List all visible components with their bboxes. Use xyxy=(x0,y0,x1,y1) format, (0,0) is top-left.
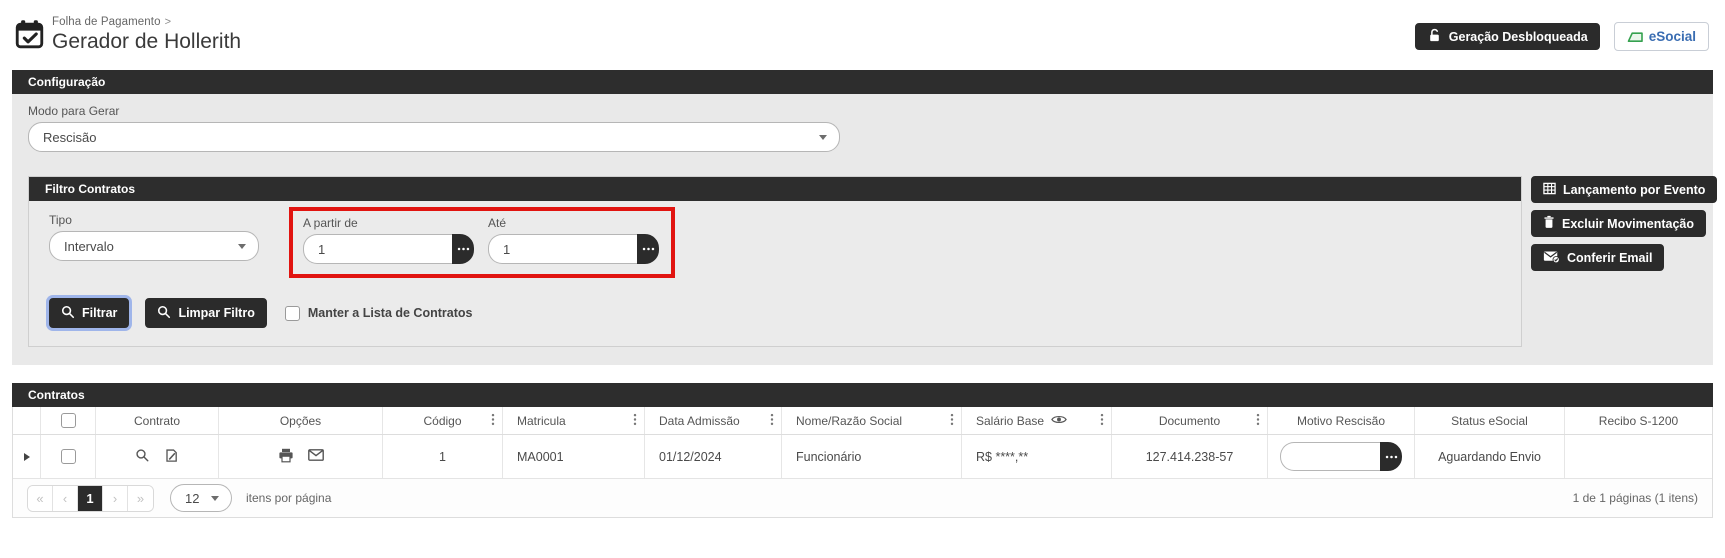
check-email-button[interactable]: Conferir Email xyxy=(1531,244,1665,271)
motivo-rescisao-input[interactable] xyxy=(1280,442,1380,471)
table-row: 1 MA0001 01/12/2024 Funcionário R$ ****,… xyxy=(13,435,1712,479)
breadcrumb-separator: > xyxy=(164,16,172,28)
last-page-button[interactable]: » xyxy=(128,485,153,511)
page-title: Gerador de Hollerith xyxy=(52,30,242,53)
mode-select[interactable]: Rescisão xyxy=(28,122,840,152)
column-header-status-esocial[interactable]: Status eSocial xyxy=(1415,407,1565,434)
cell-codigo: 1 xyxy=(383,435,503,478)
row-checkbox[interactable] xyxy=(60,449,76,464)
header-expand-column xyxy=(13,407,41,434)
from-picker-button[interactable] xyxy=(452,234,474,264)
filter-section-header: Filtro Contratos xyxy=(29,177,1521,201)
annotation-highlight-box: A partir de 1 Até 1 xyxy=(289,207,675,278)
event-entry-button[interactable]: Lançamento por Evento xyxy=(1531,176,1718,203)
search-icon xyxy=(157,305,171,322)
to-picker-button[interactable] xyxy=(637,234,659,264)
ellipsis-icon xyxy=(642,247,654,251)
clear-filter-button[interactable]: Limpar Filtro xyxy=(145,298,267,328)
grid-header-row: Contrato Opções Código Matricula Data Ad… xyxy=(13,407,1712,435)
chevron-down-icon xyxy=(238,243,246,249)
column-menu-icon[interactable] xyxy=(1256,412,1260,429)
next-page-button[interactable]: › xyxy=(103,485,128,511)
tipo-label: Tipo xyxy=(49,213,72,227)
search-contract-icon[interactable] xyxy=(135,448,150,466)
eye-icon[interactable] xyxy=(1051,414,1067,428)
chevron-down-icon xyxy=(819,134,827,140)
items-per-page-label: itens por página xyxy=(246,491,332,505)
esocial-icon xyxy=(1627,28,1644,46)
config-section-header: Configuração xyxy=(12,70,1713,94)
contracts-grid: Contrato Opções Código Matricula Data Ad… xyxy=(12,407,1713,518)
cell-salario: R$ ****,** xyxy=(962,435,1112,478)
contracts-section: Contratos Contrato Opções Código Matricu… xyxy=(12,383,1713,518)
generation-unlocked-button[interactable]: Geração Desbloqueada xyxy=(1414,23,1600,50)
email-icon[interactable] xyxy=(307,449,324,464)
contracts-section-header: Contratos xyxy=(12,383,1713,407)
column-menu-icon[interactable] xyxy=(1100,412,1104,429)
top-bar: Folha de Pagamento > Gerador de Hollerith… xyxy=(0,0,1725,70)
filter-button[interactable]: Filtrar xyxy=(49,298,130,328)
search-icon xyxy=(61,305,75,322)
config-section: Configuração Modo para Gerar Rescisão Fi… xyxy=(12,70,1718,365)
cell-status-esocial: Aguardando Envio xyxy=(1415,435,1565,478)
column-menu-icon[interactable] xyxy=(770,412,774,429)
cell-recibo xyxy=(1565,435,1712,478)
to-input[interactable] xyxy=(488,234,637,264)
trash-icon xyxy=(1543,215,1555,232)
keep-list-label: Manter a Lista de Contratos xyxy=(307,306,473,320)
row-expand-icon[interactable] xyxy=(23,452,30,461)
table-grid-icon xyxy=(1543,182,1556,198)
filter-contracts-panel: Filtro Contratos Tipo Intervalo A partir… xyxy=(28,176,1522,347)
column-header-contrato[interactable]: Contrato xyxy=(96,407,219,434)
column-header-matricula[interactable]: Matricula xyxy=(503,407,645,434)
from-label: A partir de xyxy=(303,216,358,230)
column-menu-icon[interactable] xyxy=(950,412,954,429)
envelope-check-icon xyxy=(1543,250,1560,266)
tipo-select[interactable]: Intervalo xyxy=(49,231,259,261)
cell-documento: 127.414.238-57 xyxy=(1112,435,1268,478)
chevron-down-icon xyxy=(211,495,219,501)
breadcrumb[interactable]: Folha de Pagamento > xyxy=(52,16,241,28)
page-size-select[interactable]: 12 xyxy=(170,484,232,512)
column-menu-icon[interactable] xyxy=(633,412,637,429)
prev-page-button[interactable]: ‹ xyxy=(53,485,78,511)
page-summary: 1 de 1 páginas (1 itens) xyxy=(1572,491,1698,505)
unlock-icon xyxy=(1427,28,1442,46)
column-header-documento[interactable]: Documento xyxy=(1112,407,1268,434)
to-label: Até xyxy=(488,216,507,230)
first-page-button[interactable]: « xyxy=(28,485,53,511)
keep-list-checkbox[interactable] xyxy=(284,305,300,321)
column-header-motivo-rescisao[interactable]: Motivo Rescisão xyxy=(1268,407,1415,434)
cell-nome: Funcionário xyxy=(782,435,962,478)
cell-matricula: MA0001 xyxy=(503,435,645,478)
ellipsis-icon xyxy=(457,247,469,251)
delete-movement-button[interactable]: Excluir Movimentação xyxy=(1531,210,1706,237)
column-header-data-admissao[interactable]: Data Admissão xyxy=(645,407,782,434)
mode-label: Modo para Gerar xyxy=(28,104,120,118)
page-number-button[interactable]: 1 xyxy=(78,485,103,511)
column-header-recibo[interactable]: Recibo S-1200 xyxy=(1565,407,1712,434)
print-icon[interactable] xyxy=(278,448,294,466)
motivo-picker-button[interactable] xyxy=(1380,442,1402,471)
pagination-bar: « ‹ 1 › » 12 itens por página 1 de 1 pág… xyxy=(13,479,1712,517)
from-input[interactable] xyxy=(303,234,452,264)
calendar-check-icon xyxy=(14,19,45,50)
column-header-codigo[interactable]: Código xyxy=(383,407,503,434)
select-all-checkbox[interactable] xyxy=(60,413,76,428)
column-header-opcoes[interactable]: Opções xyxy=(219,407,383,434)
ellipsis-icon xyxy=(1385,455,1397,458)
esocial-button[interactable]: eSocial xyxy=(1613,22,1709,51)
edit-document-icon[interactable] xyxy=(164,448,179,466)
cell-data-admissao: 01/12/2024 xyxy=(645,435,782,478)
column-menu-icon[interactable] xyxy=(491,412,495,429)
column-header-salario[interactable]: Salário Base xyxy=(962,407,1112,434)
column-header-nome[interactable]: Nome/Razão Social xyxy=(782,407,962,434)
breadcrumb-link[interactable]: Folha de Pagamento xyxy=(52,16,161,28)
